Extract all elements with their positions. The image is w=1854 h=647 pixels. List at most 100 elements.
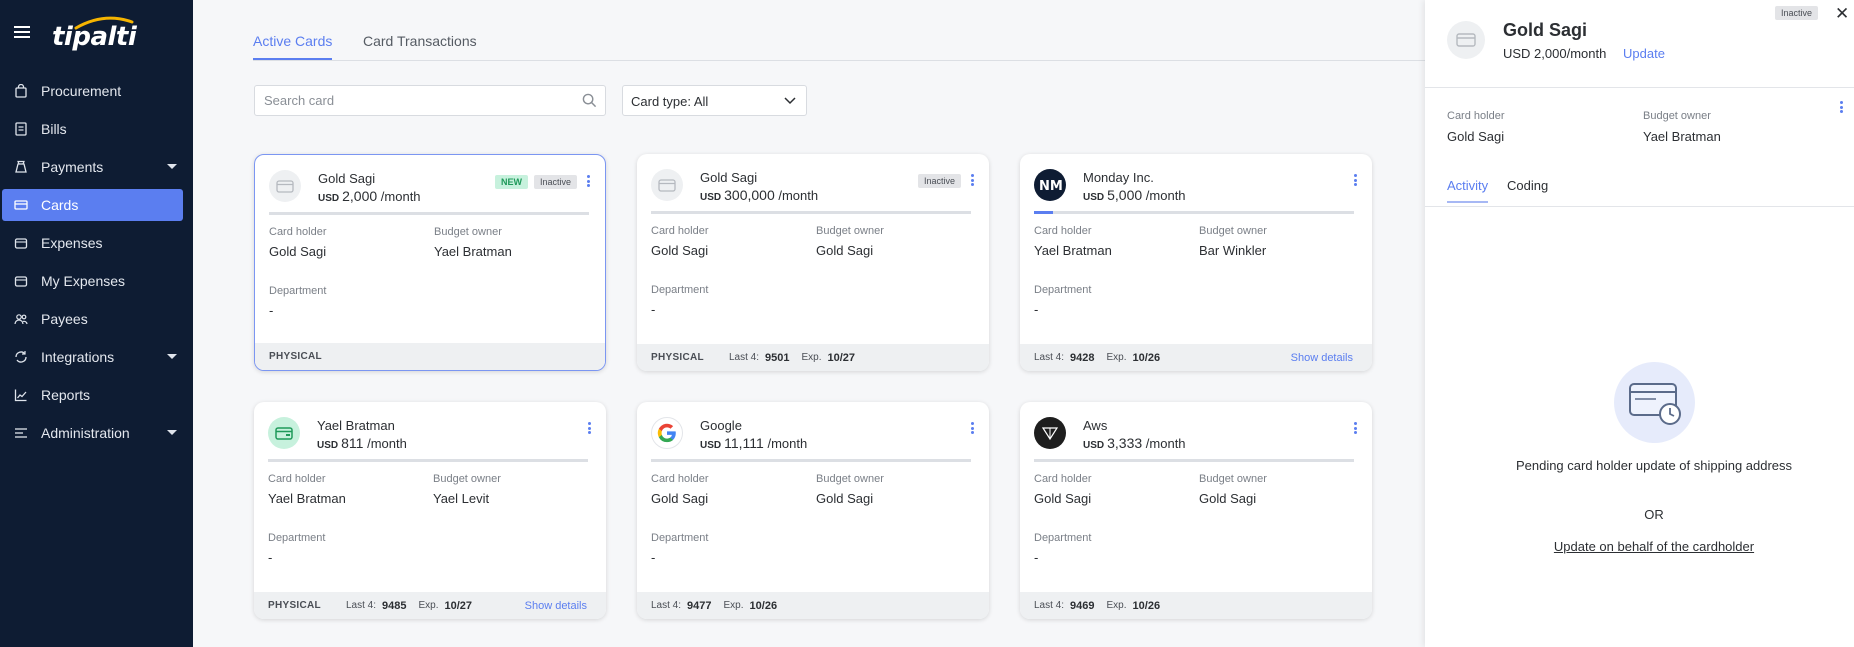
- wallet-icon: [14, 236, 28, 250]
- sidebar-item-administration[interactable]: Administration: [2, 417, 183, 449]
- department-label: Department: [1034, 532, 1092, 544]
- sidebar-item-my-expenses[interactable]: My Expenses: [2, 265, 183, 297]
- panel-card-holder-label: Card holder: [1447, 110, 1505, 122]
- card-amount: USD 5,000 /month: [1083, 187, 1186, 203]
- card-placeholder-icon: [651, 169, 683, 201]
- tab-card-transactions[interactable]: Card Transactions: [363, 33, 477, 58]
- chevron-down-icon: [784, 97, 796, 105]
- budget-progress-bar: [651, 459, 971, 462]
- card-detail-panel: Gold Sagi USD 2,000/month Update Inactiv…: [1425, 0, 1854, 647]
- last4-label: Last 4:: [728, 352, 759, 363]
- svg-text:NM: NM: [1039, 179, 1062, 194]
- card-holder-value: Gold Sagi: [269, 244, 327, 259]
- card-type-select[interactable]: Card type: All: [622, 85, 807, 116]
- or-separator: OR: [1644, 507, 1664, 522]
- sidebar-item-payees[interactable]: Payees: [2, 303, 183, 335]
- sidebar-item-cards[interactable]: Cards: [2, 189, 183, 221]
- show-details-link[interactable]: Show details: [525, 600, 587, 612]
- tab-active-cards[interactable]: Active Cards: [253, 33, 333, 60]
- tab-coding[interactable]: Coding: [1507, 178, 1548, 201]
- budget-owner-label: Budget owner: [1199, 225, 1267, 237]
- new-badge: NEW: [494, 175, 528, 189]
- panel-card-name: Gold Sagi: [1503, 20, 1588, 40]
- monday-logo-icon: NM: [1034, 169, 1066, 201]
- card-name: Yael Bratman: [317, 418, 395, 433]
- card-footer: Last 4: 9428 Exp. 10/26 Show details: [1020, 344, 1372, 371]
- last4-value: 9428: [1070, 351, 1095, 364]
- card-holder-value: Gold Sagi: [651, 243, 709, 258]
- more-options-icon[interactable]: [587, 175, 591, 187]
- exp-value: 10/26: [1132, 351, 1161, 364]
- document-icon: [14, 122, 28, 136]
- exp-value: 10/27: [827, 351, 856, 364]
- amount-value: 5,000: [1107, 187, 1143, 203]
- last4-value: 9477: [687, 599, 712, 612]
- card-tile[interactable]: Yael Bratman USD 811 /month Card holder Yael…: [254, 402, 606, 619]
- card-footer: Last 4: 9477 Exp. 10/26: [637, 592, 989, 619]
- sidebar-item-payments[interactable]: Payments: [2, 151, 183, 183]
- sidebar-item-integrations[interactable]: Integrations: [2, 341, 183, 373]
- card-holder-label: Card holder: [651, 473, 709, 485]
- more-options-icon[interactable]: [971, 174, 975, 186]
- cards-tabs: Active Cards Card Transactions: [253, 33, 1433, 61]
- close-icon[interactable]: ✕: [1835, 4, 1849, 24]
- more-options-icon[interactable]: [1840, 101, 1844, 113]
- show-details-link[interactable]: Show details: [1291, 352, 1353, 364]
- card-amount: USD 300,000 /month: [700, 187, 818, 203]
- exp-value: 10/26: [1132, 599, 1161, 612]
- exp-value: 10/27: [444, 599, 473, 612]
- card-tile[interactable]: Aws USD 3,333 /month Card holder Gold Sagi Bu…: [1020, 402, 1372, 619]
- search-input[interactable]: [255, 86, 555, 115]
- sidebar-item-procurement[interactable]: Procurement: [2, 75, 183, 107]
- update-link[interactable]: Update: [1623, 46, 1665, 61]
- update-on-behalf-link[interactable]: Update on behalf of the cardholder: [1515, 539, 1793, 554]
- sidebar: tipalti Procurement Bills Payments Cards Exp…: [0, 0, 193, 647]
- more-options-icon[interactable]: [588, 422, 592, 434]
- currency: USD: [318, 193, 340, 204]
- more-options-icon[interactable]: [971, 422, 975, 434]
- money-bag-icon: [14, 160, 28, 174]
- card-amount: USD 11,111 /month: [700, 435, 807, 451]
- caret-down-icon[interactable]: [167, 354, 177, 359]
- sidebar-item-expenses[interactable]: Expenses: [2, 227, 183, 259]
- card-placeholder-icon: [1447, 21, 1485, 59]
- budget-progress-bar: [1034, 211, 1354, 214]
- main-content: Active Cards Card Transactions Card type…: [193, 0, 1433, 647]
- status-badge: Inactive: [533, 175, 577, 189]
- sidebar-item-bills[interactable]: Bills: [2, 113, 183, 145]
- last4-label: Last 4:: [1034, 600, 1065, 611]
- caret-down-icon[interactable]: [167, 430, 177, 435]
- card-tile[interactable]: Gold Sagi USD 2,000 /month NEW Inactive Card …: [254, 154, 606, 371]
- search-icon[interactable]: [582, 93, 597, 108]
- budget-owner-label: Budget owner: [816, 473, 884, 485]
- tipalti-logo[interactable]: tipalti: [52, 16, 137, 52]
- department-value: -: [268, 550, 273, 565]
- department-value: -: [269, 303, 274, 318]
- budget-owner-value: Yael Levit: [433, 491, 490, 506]
- card-tile[interactable]: Google USD 11,111 /month Card holder Gold Sa…: [637, 402, 989, 619]
- card-green-icon: [268, 417, 300, 449]
- card-tile[interactable]: Gold Sagi USD 300,000 /month Inactive Card h…: [637, 154, 989, 371]
- card-name: Gold Sagi: [318, 171, 376, 186]
- sidebar-item-label: Bills: [41, 121, 67, 137]
- sidebar-item-reports[interactable]: Reports: [2, 379, 183, 411]
- amount-value: 300,000: [724, 187, 775, 203]
- card-footer: PHYSICAL Last 4: 9501 Exp. 10/27: [637, 344, 989, 371]
- hamburger-menu-icon[interactable]: [14, 26, 30, 38]
- card-type-value: Card type: All: [631, 94, 709, 109]
- last4-label: Last 4:: [1034, 352, 1065, 363]
- period: /month: [1145, 436, 1186, 451]
- more-options-icon[interactable]: [1354, 174, 1358, 186]
- caret-down-icon[interactable]: [167, 164, 177, 169]
- period: /month: [1145, 188, 1186, 203]
- card-type-label: PHYSICAL: [269, 351, 322, 362]
- more-options-icon[interactable]: [1354, 422, 1358, 434]
- tab-activity[interactable]: Activity: [1447, 178, 1489, 203]
- amount-value: 811: [341, 435, 364, 451]
- budget-owner-value: Gold Sagi: [816, 491, 874, 506]
- budget-progress-bar: [1034, 459, 1354, 462]
- card-tile[interactable]: NM Monday Inc. USD 5,000 /month Card holder Y…: [1020, 154, 1372, 371]
- amount-value: 3,333: [1107, 435, 1143, 451]
- department-value: -: [651, 302, 656, 317]
- sidebar-item-label: Integrations: [41, 349, 115, 365]
